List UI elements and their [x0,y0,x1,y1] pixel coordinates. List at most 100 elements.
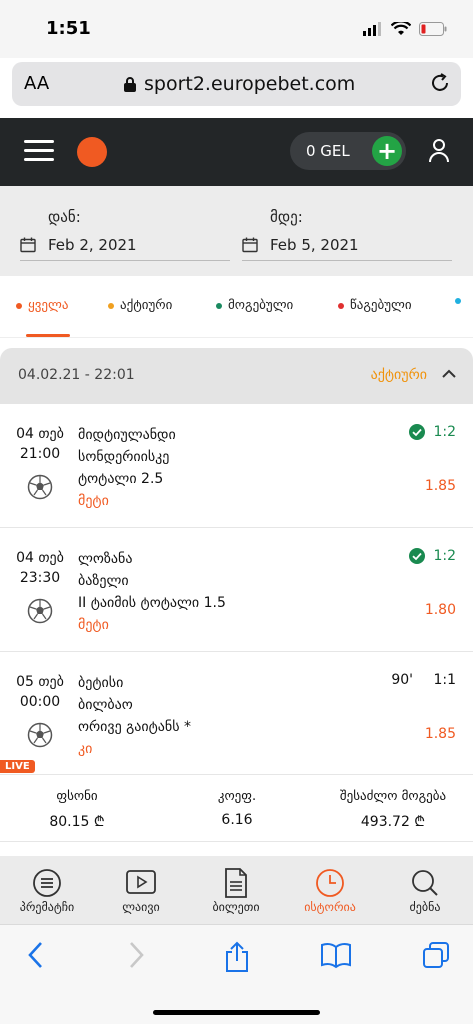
check-circle-icon [409,424,426,440]
event-row: 05 თებ 00:00 ბეტისი ბილბაო ორივე გაიტანს… [0,652,473,774]
document-icon [225,868,247,898]
tab-all-label: ყველა [28,298,69,313]
tab-dot [455,298,461,304]
bet-date: 04.02.21 - 22:01 [18,367,135,383]
nav-history[interactable]: ისტორია [283,866,377,914]
bet-header[interactable]: 04.02.21 - 22:01 აქტიური [0,348,473,404]
summary-win-label: შესაძლო მოგება [339,789,447,804]
user-icon[interactable] [428,138,450,168]
event-team2: ბაზელი [78,573,129,589]
url-bar[interactable]: AA sport2.europebet.com [12,62,461,106]
event-team2: ბილბაო [78,697,133,713]
tab-active-label: აქტიური [120,298,173,313]
nav-live[interactable]: ლაივი [94,866,188,914]
play-icon [126,870,156,894]
reload-button[interactable] [429,72,451,98]
event-day: 05 თებ [16,674,64,690]
bet-status: აქტიური [370,367,427,383]
tab-won[interactable]: მოგებული [216,298,293,313]
app-header: 0 GEL + [0,118,473,186]
reader-aa-button[interactable]: AA [24,73,49,94]
tabs-icon[interactable] [422,941,450,969]
status-time: 1:51 [46,18,91,39]
tab-lost[interactable]: წაგებული [338,298,412,313]
menu-hamburger-icon[interactable] [24,140,54,164]
balance-value: 0 GEL [306,142,350,160]
forward-icon[interactable] [128,941,146,969]
tab-more[interactable] [455,298,461,304]
summary-odds: კოეფ. 6.16 [162,789,312,828]
event-score-value: 1:2 [433,548,456,564]
share-icon[interactable] [224,941,250,973]
event-row: 04 თებ 21:00 მიდტიულანდი სონდერიისკე ტოტ… [0,404,473,528]
deposit-plus-button[interactable]: + [372,136,402,166]
tab-dot [338,302,344,309]
tab-won-label: მოგებული [228,298,294,313]
football-icon [27,722,53,748]
event-minute: 90' [391,672,413,688]
nav-prematch-label: პრემატჩი [19,900,75,914]
summary-win-value: 493.72 ₾ [360,814,426,830]
date-from-value: Feb 2, 2021 [48,236,137,254]
event-time: 00:00 [19,694,61,710]
event-market: II ტაიმის ტოტალი 1.5 [78,595,226,611]
event-time: 21:00 [19,446,61,462]
bookmarks-icon[interactable] [320,941,352,969]
event-day: 04 თებ [16,426,64,442]
reload-icon [432,73,448,91]
status-icons [363,22,447,36]
event-pick: მეტი [78,617,109,633]
event-market: ტოტალი 2.5 [78,471,164,487]
url-text[interactable]: sport2.europebet.com [124,73,355,95]
check-circle-icon [409,548,426,564]
event-team1: ლოზანა [78,551,133,567]
event-datetime: 04 თებ 23:30 [12,548,68,588]
tab-active[interactable]: აქტიური [108,298,172,313]
date-to-label: მდე: [270,208,303,226]
date-from-block: დან: Feb 2, 2021 [20,208,230,261]
nav-search-label: ძებნა [409,900,441,914]
event-market: ორივე გაიტანს * [78,719,191,735]
tab-dot [16,302,22,309]
date-filter-panel: დან: Feb 2, 2021 მდე: Feb 5, 2021 [0,186,473,276]
event-time: 23:30 [19,570,61,586]
summary-stake-value: 80.15 ₾ [49,814,105,830]
live-badge: LIVE [0,760,35,773]
nav-ticket-label: ბილეთი [212,900,260,914]
chevron-up-icon[interactable] [441,366,457,382]
event-odds: 1.85 [424,726,456,742]
nav-search[interactable]: ძებნა [378,866,472,914]
event-score-value: 1:2 [433,424,456,440]
event-team1: მიდტიულანდი [78,427,176,443]
date-to-block: მდე: Feb 5, 2021 [242,208,452,261]
calendar-icon [242,237,258,253]
balance-pill[interactable]: 0 GEL + [290,132,406,170]
url-value: sport2.europebet.com [144,73,356,95]
back-icon[interactable] [26,941,44,969]
nav-history-label: ისტორია [304,900,356,914]
brand-logo[interactable] [77,137,107,167]
summary-odds-value: 6.16 [221,812,253,828]
nav-ticket[interactable]: ბილეთი [189,866,283,914]
event-details: ლოზანა ბაზელი II ტაიმის ტოტალი 1.5 მეტი [78,548,226,636]
nav-live-label: ლაივი [122,900,160,914]
summary-win: შესაძლო მოგება 493.72 ₾ [318,789,468,831]
summary-odds-label: კოეფ. [217,789,257,804]
event-score: 1:2 [409,424,456,440]
event-row: 04 თებ 23:30 ლოზანა ბაზელი II ტაიმის ტოტ… [0,528,473,652]
tab-all[interactable]: ყველა [16,298,68,313]
event-odds: 1.85 [424,478,456,494]
event-datetime: 04 თებ 21:00 [12,424,68,464]
tab-lost-label: წაგებული [350,298,412,313]
event-score-value: 1:1 [433,672,456,688]
event-details: ბეტისი ბილბაო ორივე გაიტანს * კი [78,672,191,760]
football-icon [27,474,53,500]
date-from-field[interactable]: Feb 2, 2021 [20,236,230,261]
tab-active-indicator [26,334,70,337]
lock-icon [124,76,136,92]
search-icon [412,870,438,896]
date-to-field[interactable]: Feb 5, 2021 [242,236,452,261]
clock-icon [316,869,344,897]
nav-prematch[interactable]: პრემატჩი [0,866,94,914]
calendar-icon [20,237,36,253]
